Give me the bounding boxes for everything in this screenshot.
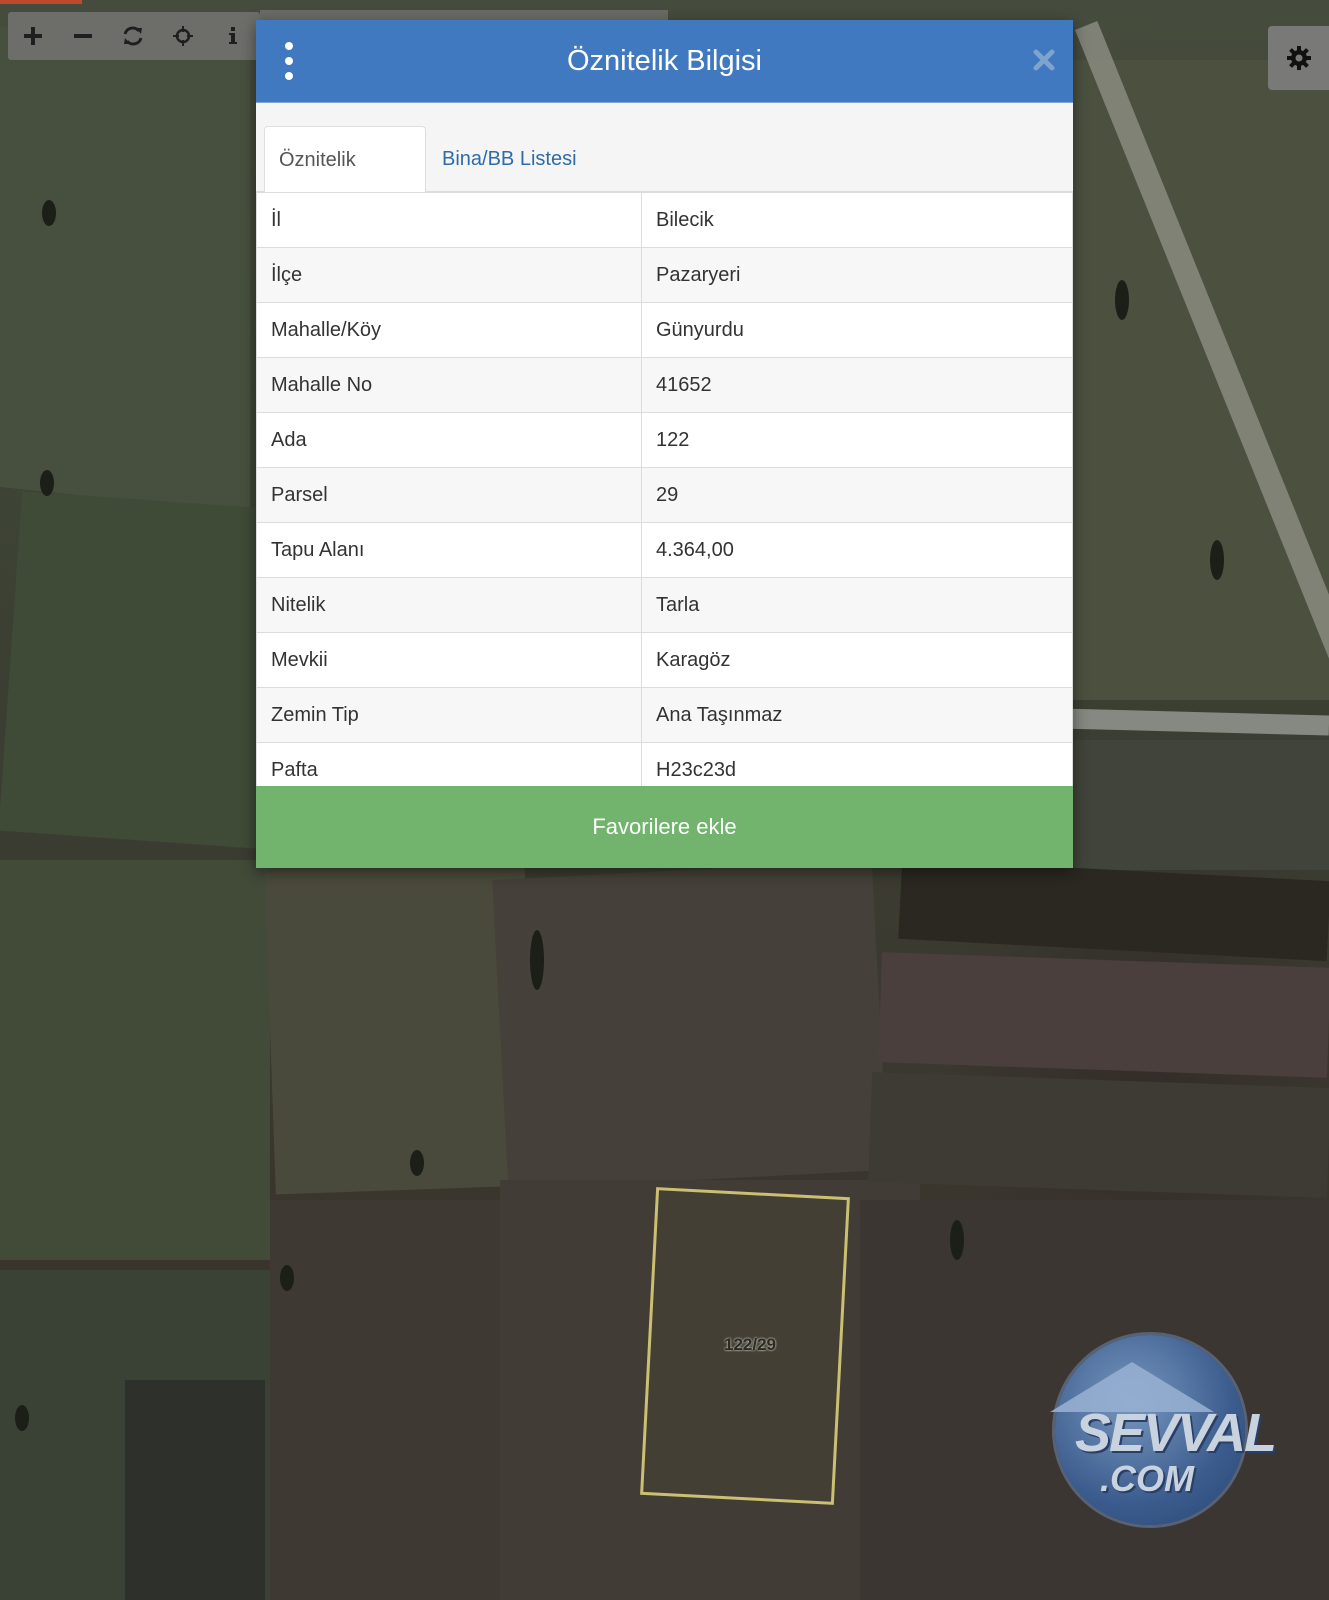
table-row: Nitelik Tarla	[256, 577, 1073, 633]
map-road	[1059, 708, 1329, 736]
settings-button[interactable]	[1268, 26, 1329, 90]
table-row: Parsel 29	[256, 467, 1073, 523]
map-tree	[42, 200, 56, 226]
dialog-tabs: Öznitelik Bilgisi Bina/BB Listesi	[256, 103, 1073, 237]
map-tree	[410, 1150, 424, 1176]
crosshair-icon	[173, 26, 193, 46]
map-field	[270, 1200, 500, 1600]
menu-dot	[285, 57, 293, 65]
map-field	[125, 1380, 265, 1600]
map-field	[868, 1072, 1329, 1198]
refresh-button[interactable]	[108, 12, 158, 60]
map-field	[898, 858, 1329, 962]
map-tree	[950, 1220, 964, 1260]
attribute-table: İl Bilecik İlçe Pazaryeri Mahalle/Köy Günyu…	[256, 192, 1073, 798]
close-icon	[1033, 49, 1055, 71]
row-value: Bilecik	[641, 192, 1073, 248]
map-toolbar	[8, 12, 260, 60]
table-row: Ada 122	[256, 412, 1073, 468]
parcel-label: 122/29	[724, 1335, 776, 1354]
locate-button[interactable]	[158, 12, 208, 60]
zoom-in-button[interactable]	[8, 12, 58, 60]
minus-icon	[74, 34, 92, 38]
row-key: Tapu Alanı	[256, 522, 642, 578]
map-field	[0, 860, 270, 1260]
map-field	[0, 26, 250, 514]
vertical-dots-icon[interactable]	[280, 42, 298, 80]
table-row: Tapu Alanı 4.364,00	[256, 522, 1073, 578]
watermark-text-domain: .COM	[1100, 1458, 1194, 1499]
map-field	[878, 952, 1329, 1078]
map-tree	[280, 1265, 294, 1291]
table-row: Mahalle/Köy Günyurdu	[256, 302, 1073, 358]
map-field	[1060, 740, 1329, 870]
watermark-text: SEVVAL	[1075, 1403, 1277, 1463]
map-tree	[40, 470, 54, 496]
map-tree	[530, 930, 544, 990]
plus-icon	[24, 27, 42, 45]
row-key: Ada	[256, 412, 642, 468]
map-field	[1060, 60, 1329, 700]
row-key: Zemin Tip	[256, 687, 642, 743]
row-key: Parsel	[256, 467, 642, 523]
row-key: İlçe	[256, 247, 642, 303]
row-value: Günyurdu	[641, 302, 1073, 358]
row-key: Mevkii	[256, 632, 642, 688]
row-key: Mahalle/Köy	[256, 302, 642, 358]
row-value: 41652	[641, 357, 1073, 413]
table-row: İl Bilecik	[256, 192, 1073, 248]
info-icon	[229, 27, 237, 44]
map-field	[492, 860, 888, 1190]
table-row: Zemin Tip Ana Taşınmaz	[256, 687, 1073, 743]
row-key: Nitelik	[256, 577, 642, 633]
table-row: İlçe Pazaryeri	[256, 247, 1073, 303]
tab-attribute-info[interactable]: Öznitelik Bilgisi	[264, 126, 426, 237]
tab-building-list[interactable]: Bina/BB Listesi	[428, 126, 591, 192]
map-tree	[15, 1405, 29, 1431]
refresh-icon	[123, 26, 143, 46]
table-row: Mevkii Karagöz	[256, 632, 1073, 688]
zoom-out-button[interactable]	[58, 12, 108, 60]
row-key: Mahalle No	[256, 357, 642, 413]
add-to-favorites-button[interactable]: Favorilere ekle	[256, 786, 1073, 868]
info-button[interactable]	[208, 12, 258, 60]
row-value: Pazaryeri	[641, 247, 1073, 303]
map-tree	[1115, 280, 1129, 320]
row-key: İl	[256, 192, 642, 248]
dialog-header: Öznitelik Bilgisi	[256, 20, 1073, 103]
row-value: 29	[641, 467, 1073, 523]
top-accent-bar	[0, 0, 82, 4]
map-field	[0, 491, 282, 849]
row-value: 122	[641, 412, 1073, 468]
gear-icon	[1286, 46, 1311, 70]
attribute-info-dialog: Öznitelik Bilgisi Öznitelik Bilgisi Bina…	[256, 20, 1073, 868]
row-value: 4.364,00	[641, 522, 1073, 578]
map-tree	[1210, 540, 1224, 580]
row-value: Karagöz	[641, 632, 1073, 688]
table-row: Mahalle No 41652	[256, 357, 1073, 413]
close-button[interactable]	[1026, 42, 1062, 78]
menu-dot	[285, 42, 293, 50]
row-value: Tarla	[641, 577, 1073, 633]
dialog-title: Öznitelik Bilgisi	[567, 45, 762, 77]
menu-dot	[285, 72, 293, 80]
row-value: Ana Taşınmaz	[641, 687, 1073, 743]
